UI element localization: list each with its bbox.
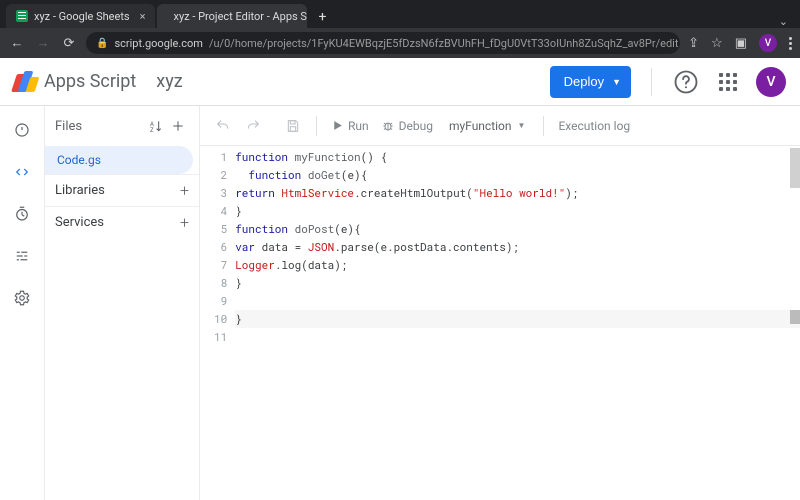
browser-tab[interactable]: xyz - Google Sheets ×: [6, 4, 155, 28]
divider: [651, 68, 652, 96]
apps-script-logo-icon: [14, 71, 36, 93]
run-button[interactable]: Run: [327, 119, 373, 133]
redo-icon[interactable]: [240, 113, 266, 139]
divider: [543, 116, 544, 136]
address-bar[interactable]: 🔒 script.google.com/u/0/home/projects/1F…: [86, 32, 680, 54]
url-path: /u/0/home/projects/1FyKU4EWBqzjE5fDzsN6f…: [209, 37, 678, 50]
file-name: Code.gs: [57, 153, 101, 167]
browser-toolbar: ← → ⟳ 🔒 script.google.com/u/0/home/proje…: [0, 28, 800, 58]
tab-title: xyz - Project Editor - Apps Sc: [173, 10, 307, 23]
project-name[interactable]: xyz: [156, 71, 182, 92]
debug-button[interactable]: Debug: [377, 119, 437, 133]
help-icon[interactable]: [672, 68, 700, 96]
svg-text:Z: Z: [150, 127, 154, 134]
reload-button[interactable]: ⟳: [60, 34, 78, 52]
lock-icon: 🔒: [96, 38, 108, 49]
extensions-icon[interactable]: ▣: [735, 36, 747, 51]
function-selector[interactable]: myFunction ▼: [441, 119, 533, 133]
sort-icon[interactable]: AZ: [145, 115, 167, 137]
forward-button[interactable]: →: [34, 34, 52, 52]
section-label: Libraries: [55, 183, 105, 198]
profile-avatar[interactable]: V: [759, 34, 777, 52]
add-service-icon[interactable]: +: [180, 213, 189, 232]
add-library-icon[interactable]: +: [180, 181, 189, 200]
browser-tab[interactable]: xyz - Project Editor - Apps Sc ×: [157, 4, 307, 28]
section-label: Services: [55, 215, 104, 230]
divider: [316, 116, 317, 136]
file-panel: Files AZ Code.gs Libraries + Services: [44, 106, 200, 500]
file-item[interactable]: Code.gs: [45, 146, 193, 174]
minimap[interactable]: [790, 146, 800, 500]
app-header: Apps Script xyz Deploy ▼ V: [0, 58, 800, 106]
undo-icon[interactable]: [210, 113, 236, 139]
tab-title: xyz - Google Sheets: [34, 10, 130, 23]
app-body: Files AZ Code.gs Libraries + Services: [0, 106, 800, 500]
save-icon[interactable]: [280, 113, 306, 139]
files-title: Files: [55, 119, 82, 134]
rail-executions-icon[interactable]: [8, 242, 36, 270]
caret-down-icon: ▼: [518, 121, 526, 130]
brand-name: Apps Script: [44, 71, 136, 92]
share-icon[interactable]: ⇪: [688, 36, 699, 51]
editor-toolbar: Run Debug myFunction ▼ Execution log: [200, 106, 800, 146]
kebab-menu-icon[interactable]: [789, 37, 792, 50]
code-lines[interactable]: function myFunction() { function doGet(e…: [235, 148, 800, 346]
back-button[interactable]: ←: [8, 34, 26, 52]
star-icon[interactable]: ☆: [711, 36, 723, 51]
files-header: Files AZ: [45, 106, 199, 146]
execution-log-button[interactable]: Execution log: [554, 119, 634, 133]
rail-overview-icon[interactable]: [8, 116, 36, 144]
rail-triggers-icon[interactable]: [8, 200, 36, 228]
browser-chrome: xyz - Google Sheets × xyz - Project Edit…: [0, 0, 800, 58]
apps-script-app: Apps Script xyz Deploy ▼ V: [0, 58, 800, 500]
chevron-down-icon[interactable]: ⌄: [779, 15, 788, 28]
rail-editor-icon[interactable]: [8, 158, 36, 186]
tab-strip: xyz - Google Sheets × xyz - Project Edit…: [0, 0, 800, 28]
add-file-icon[interactable]: [167, 115, 189, 137]
services-section[interactable]: Services +: [45, 206, 199, 238]
window-controls: ⌄: [779, 15, 800, 28]
brand[interactable]: Apps Script: [14, 71, 136, 93]
left-rail: [0, 106, 44, 500]
editor-area: Run Debug myFunction ▼ Execution log 123…: [200, 106, 800, 500]
libraries-section[interactable]: Libraries +: [45, 174, 199, 206]
account-avatar[interactable]: V: [756, 67, 786, 97]
sheets-icon: [16, 10, 28, 22]
new-tab-button[interactable]: +: [311, 6, 333, 28]
deploy-button[interactable]: Deploy ▼: [550, 66, 631, 98]
caret-down-icon: ▼: [612, 77, 621, 87]
rail-settings-icon[interactable]: [8, 284, 36, 312]
google-apps-icon[interactable]: [714, 68, 742, 96]
close-icon[interactable]: ×: [140, 10, 146, 23]
url-host: script.google.com: [114, 37, 203, 50]
line-gutter: 1234567891011: [200, 148, 235, 346]
code-editor[interactable]: 1234567891011 function myFunction() { fu…: [200, 146, 800, 500]
